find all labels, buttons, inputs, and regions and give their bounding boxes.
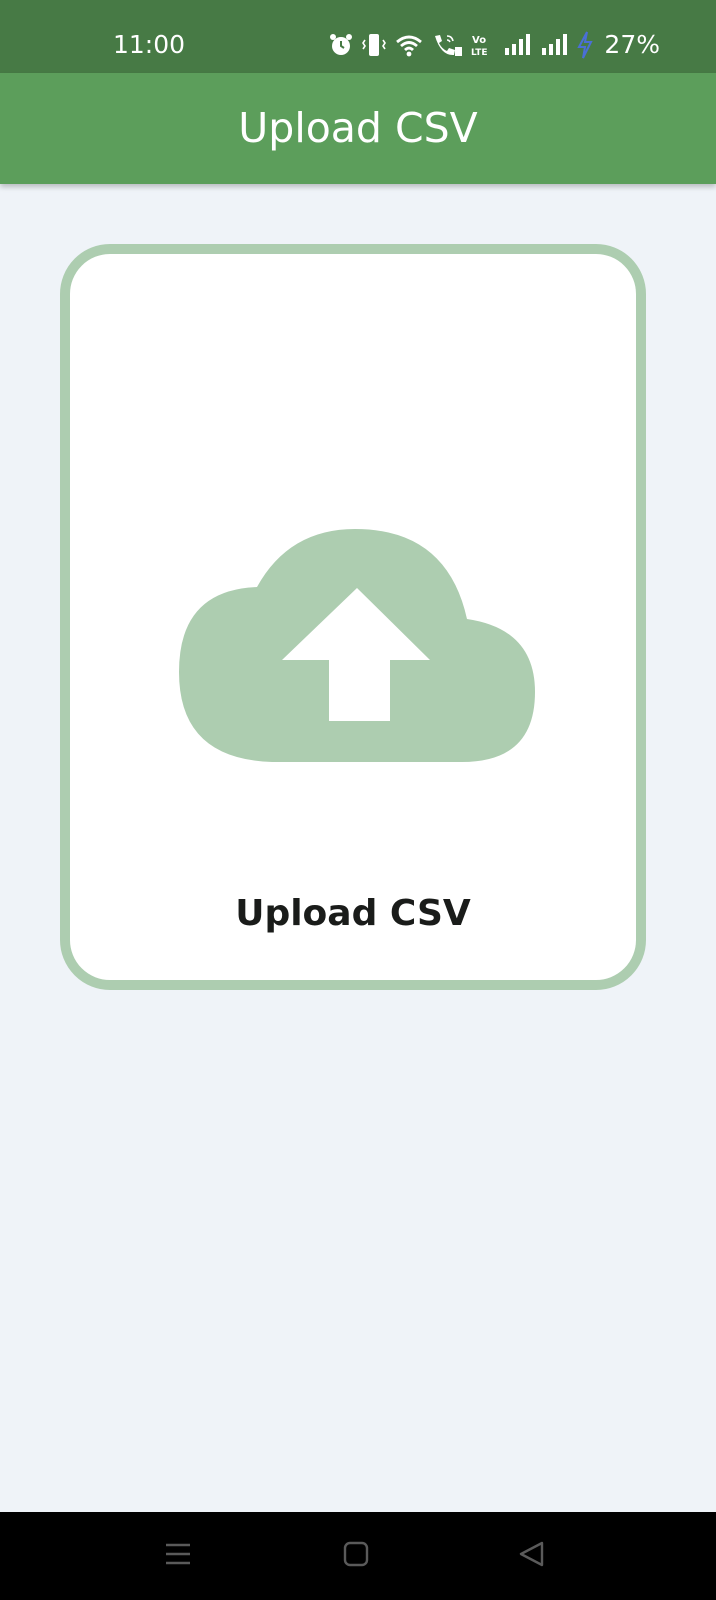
signal-sim2-icon [540,32,570,58]
alarm-icon [328,32,354,58]
status-bar: 11:00 Vo LTE 27% [0,0,716,73]
status-time: 11:00 [113,30,186,59]
status-icons: Vo LTE 27% [328,26,660,64]
app-bar: Upload CSV [0,73,716,184]
menu-icon [164,1540,192,1573]
signal-sim1-icon [503,32,533,58]
back-button[interactable] [510,1534,554,1578]
cloud-upload-icon [177,527,537,772]
back-icon [517,1540,547,1573]
charging-icon [577,31,594,59]
page-title: Upload CSV [238,104,478,152]
svg-text:LTE: LTE [471,48,488,58]
wifi-calling-icon [431,32,463,58]
vibrate-icon [361,32,387,58]
upload-csv-button[interactable]: Upload CSV [60,244,646,990]
wifi-icon [394,32,424,58]
svg-text:Vo: Vo [472,35,486,46]
menu-button[interactable] [156,1534,200,1578]
battery-percentage: 27% [604,30,660,59]
volte-icon: Vo LTE [470,32,496,58]
home-icon [342,1540,370,1573]
upload-csv-label: Upload CSV [235,893,471,934]
home-button[interactable] [334,1534,378,1578]
navigation-bar [0,1512,716,1600]
